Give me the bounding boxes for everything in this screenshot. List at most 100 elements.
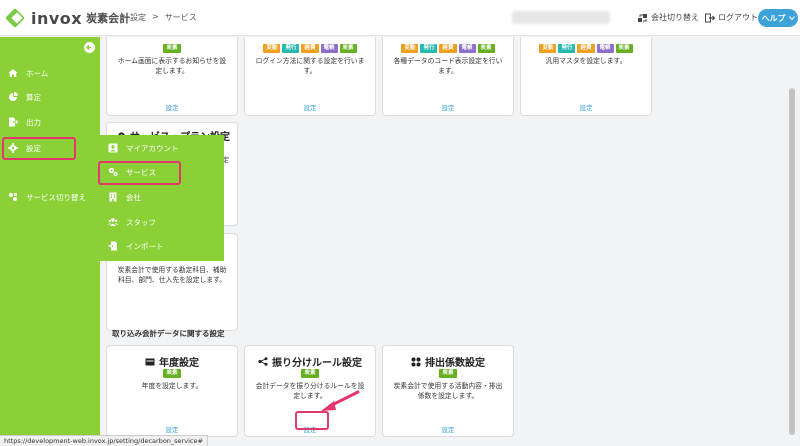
sidebar-item-label: サービス切り替え bbox=[26, 192, 86, 202]
tag-tanso: 炭素 bbox=[477, 44, 495, 53]
submenu-item-label: スタッフ bbox=[126, 217, 156, 227]
building-icon bbox=[109, 192, 117, 202]
tag-keihi: 経費 bbox=[301, 44, 319, 53]
tag-hendo: 変動 bbox=[401, 44, 419, 53]
switch-company-link[interactable]: 会社切り替え bbox=[638, 12, 699, 23]
tag-tanso: 炭素 bbox=[439, 369, 457, 378]
tag-list: 炭素 bbox=[107, 44, 237, 53]
logout-label: ログアウト bbox=[718, 13, 758, 22]
tag-hakko: 発行 bbox=[420, 44, 438, 53]
account-icon bbox=[108, 143, 118, 153]
tag-tanso: 炭素 bbox=[163, 44, 181, 53]
tag-denpyo: 電帳 bbox=[596, 44, 614, 53]
setting-link[interactable]: 設定 bbox=[107, 424, 237, 434]
settings-highlight-box bbox=[2, 137, 76, 160]
app-root: invox 炭素会計 設定 > サービス 会社切り替え ログアウト ヘルプ ホー… bbox=[0, 0, 800, 446]
help-button[interactable]: ヘルプ bbox=[758, 9, 798, 27]
submenu-item-import[interactable]: インポート bbox=[100, 234, 224, 258]
share-icon bbox=[258, 357, 268, 366]
sidebar-item-home[interactable]: ホーム bbox=[0, 62, 100, 84]
setting-link[interactable]: 設定 bbox=[107, 102, 237, 112]
sidebar-collapse-button[interactable] bbox=[84, 42, 95, 53]
logo-subtitle: 炭素会計 bbox=[86, 12, 131, 25]
tag-hakko: 発行 bbox=[558, 44, 576, 53]
tag-list: 炭素 bbox=[107, 369, 237, 378]
tag-hakko: 発行 bbox=[282, 44, 300, 53]
grid-icon bbox=[411, 357, 421, 366]
logout-icon bbox=[705, 13, 715, 22]
submenu-item-label: インポート bbox=[126, 241, 164, 251]
sidebar-item-label: 算定 bbox=[26, 92, 41, 102]
sidebar-item-calculation[interactable]: 算定 bbox=[0, 86, 100, 108]
top-header: invox 炭素会計 設定 > サービス 会社切り替え ログアウト ヘルプ bbox=[0, 0, 800, 36]
submenu-item-staff[interactable]: スタッフ bbox=[100, 210, 224, 234]
pie-chart-icon bbox=[9, 92, 18, 101]
submenu-item-my-account[interactable]: マイアカウント bbox=[100, 136, 224, 160]
tag-list: 変動 発行 経費 電帳 炭素 bbox=[383, 44, 513, 53]
submenu-item-label: マイアカウント bbox=[126, 143, 179, 153]
submenu-item-company[interactable]: 会社 bbox=[100, 185, 224, 209]
help-label: ヘルプ bbox=[761, 13, 786, 23]
login-setting-card: 変動 発行 経費 電帳 炭素 ログイン方法に関する設定を行います。 設定 bbox=[244, 37, 376, 116]
card-description: ログイン方法に関する設定を行います。 bbox=[255, 57, 365, 75]
breadcrumb-service: サービス bbox=[164, 13, 197, 22]
tag-tanso: 炭素 bbox=[339, 44, 357, 53]
tag-denpyo: 電帳 bbox=[320, 44, 338, 53]
tag-keihi: 経費 bbox=[577, 44, 595, 53]
setting-link[interactable]: 設定 bbox=[521, 102, 651, 112]
tag-denpyo: 電帳 bbox=[458, 44, 476, 53]
card-description: 汎用マスタを設定します。 bbox=[545, 57, 627, 65]
users-icon bbox=[108, 218, 118, 226]
logo-mark-icon bbox=[5, 8, 26, 28]
breadcrumb: 設定 > サービス bbox=[130, 12, 197, 23]
status-bar-url: https://development-web.invox.jp/setting… bbox=[0, 435, 208, 446]
logout-link[interactable]: ログアウト bbox=[705, 12, 758, 23]
card-title: 年度設定 bbox=[107, 354, 237, 369]
setting-link[interactable]: 設定 bbox=[383, 424, 513, 434]
section-title: 取り込み会計データに関する設定 bbox=[112, 329, 225, 338]
sidebar: ホーム 算定 出力 設定 サービス切り替え bbox=[0, 37, 100, 446]
service-highlight-box bbox=[98, 161, 181, 185]
sidebar-item-label: ホーム bbox=[26, 68, 49, 78]
code-display-setting-card: 変動 発行 経費 電帳 炭素 各種データのコード表示設定を行います。 設定 bbox=[382, 37, 514, 116]
switch-company-label: 会社切り替え bbox=[651, 13, 699, 22]
logo-text: invox bbox=[31, 8, 83, 28]
card-description: 年度を設定します。 bbox=[141, 382, 203, 390]
scrollbar-thumb[interactable] bbox=[789, 88, 795, 435]
import-icon bbox=[108, 241, 117, 251]
setting-link[interactable]: 設定 bbox=[245, 102, 375, 112]
blurred-company-name bbox=[512, 11, 610, 24]
card-title: 排出係数設定 bbox=[383, 354, 513, 369]
settings-submenu: マイアカウント サービス 会社 スタッフ インポート bbox=[100, 135, 224, 261]
notice-setting-card: 炭素 ホーム画面に表示するお知らせを設定します。 設定 bbox=[106, 37, 238, 116]
breadcrumb-separator: > bbox=[152, 12, 159, 21]
calendar-icon bbox=[145, 358, 155, 366]
logo[interactable]: invox 炭素会計 bbox=[5, 8, 131, 28]
card-description: 炭素会計で使用する活動内容・排出係数を設定します。 bbox=[393, 382, 503, 400]
sidebar-item-switch-service[interactable]: サービス切り替え bbox=[0, 186, 100, 208]
tag-list: 変動 発行 経費 電帳 炭素 bbox=[521, 44, 651, 53]
export-icon bbox=[9, 117, 18, 127]
switch-company-icon bbox=[638, 13, 647, 22]
tag-list: 変動 発行 経費 電帳 炭素 bbox=[245, 44, 375, 53]
sidebar-item-label: 出力 bbox=[26, 117, 41, 127]
card-description: 各種データのコード表示設定を行います。 bbox=[393, 57, 503, 75]
arrow-left-icon bbox=[86, 45, 91, 50]
card-title-text: 排出係数設定 bbox=[425, 358, 485, 369]
card-description: ホーム画面に表示するお知らせを設定します。 bbox=[117, 57, 227, 75]
tag-tanso: 炭素 bbox=[301, 369, 319, 378]
submenu-item-label: 会社 bbox=[126, 192, 141, 202]
sidebar-item-output[interactable]: 出力 bbox=[0, 111, 100, 133]
annotation-arrow-icon bbox=[321, 390, 360, 411]
switch-icon bbox=[9, 193, 17, 201]
breadcrumb-settings[interactable]: 設定 bbox=[130, 12, 146, 23]
tag-hendo: 変動 bbox=[263, 44, 281, 53]
tag-hendo: 変動 bbox=[539, 44, 557, 53]
tag-tanso: 炭素 bbox=[163, 369, 181, 378]
emission-factor-setting-card: 排出係数設定 炭素 炭素会計で使用する活動内容・排出係数を設定します。 設定 bbox=[382, 345, 514, 437]
setting-link[interactable]: 設定 bbox=[383, 102, 513, 112]
card-title-text: 年度設定 bbox=[159, 358, 199, 369]
tag-tanso: 炭素 bbox=[615, 44, 633, 53]
tag-list: 炭素 bbox=[383, 369, 513, 378]
tag-keihi: 経費 bbox=[439, 44, 457, 53]
